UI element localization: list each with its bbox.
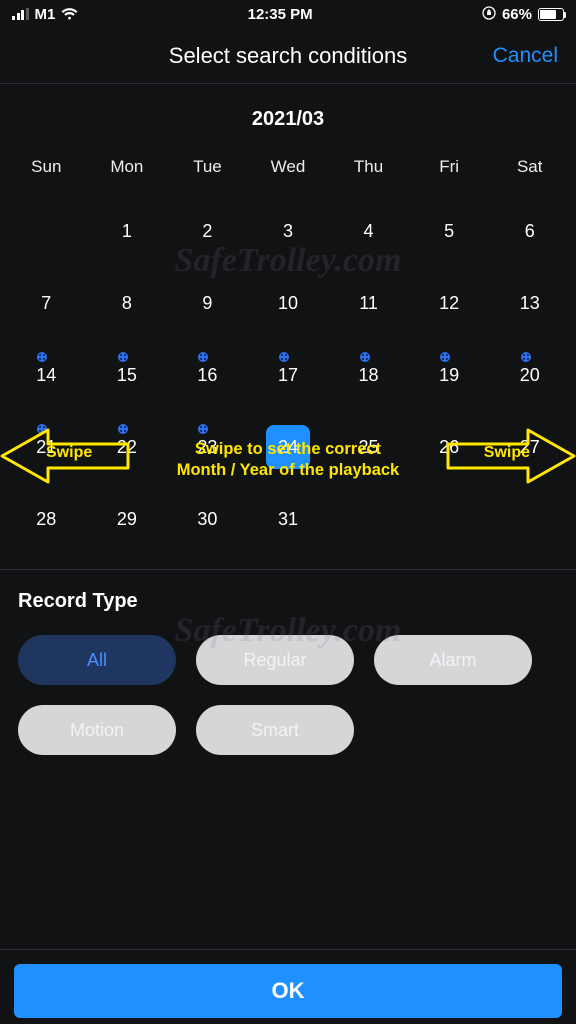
calendar-day[interactable]: 12 [439, 281, 459, 325]
status-bar: M1 12:35 PM 66% [0, 0, 576, 28]
record-type-row: All Regular Alarm Motion Smart [18, 635, 558, 755]
calendar-day[interactable]: 2 [202, 209, 212, 253]
wifi-icon [61, 8, 78, 21]
record-type-pill-all[interactable]: All [18, 635, 176, 685]
calendar-day[interactable]: 19 [439, 353, 459, 397]
calendar-day[interactable]: 8 [122, 281, 132, 325]
calendar-day[interactable]: 17 [278, 353, 298, 397]
calendar-week-row: 14 15 16 17 18 19 20 [6, 339, 570, 411]
record-type-pill-alarm[interactable]: Alarm [374, 635, 532, 685]
calendar-day[interactable]: 20 [520, 353, 540, 397]
record-dot-icon [520, 351, 532, 363]
calendar-day[interactable]: 29 [117, 497, 137, 541]
record-dot-icon [359, 351, 371, 363]
weekday-wed: Wed [248, 149, 329, 195]
weekday-sun: Sun [6, 149, 87, 195]
record-type-pill-regular[interactable]: Regular [196, 635, 354, 685]
calendar-weekday-row: Sun Mon Tue Wed Thu Fri Sat [6, 149, 570, 195]
calendar-week-row: 21 22 23 24 25 26 27 [6, 411, 570, 483]
calendar-day[interactable]: 13 [520, 281, 540, 325]
calendar-day[interactable]: 28 [36, 497, 56, 541]
ok-button[interactable]: OK [14, 964, 562, 1018]
weekday-fri: Fri [409, 149, 490, 195]
calendar-day[interactable]: 1 [122, 209, 132, 253]
signal-icon [12, 8, 29, 20]
calendar-day[interactable]: 21 [36, 425, 56, 469]
battery-percent: 66% [502, 6, 532, 23]
record-type-title: Record Type [18, 590, 558, 613]
weekday-thu: Thu [328, 149, 409, 195]
calendar-day[interactable]: 18 [359, 353, 379, 397]
record-type-section: Record Type All Regular Alarm Motion Smart [0, 570, 576, 765]
confirm-bar: OK [0, 949, 576, 1018]
calendar-day[interactable]: 3 [283, 209, 293, 253]
record-dot-icon [439, 351, 451, 363]
cancel-button[interactable]: Cancel [493, 44, 558, 68]
weekday-sat: Sat [489, 149, 570, 195]
carrier-label: M1 [35, 6, 56, 23]
calendar-day[interactable]: 11 [359, 281, 378, 325]
status-time: 12:35 PM [78, 6, 482, 23]
record-dot-icon [36, 351, 48, 363]
weekday-tue: Tue [167, 149, 248, 195]
calendar-day[interactable]: 5 [444, 209, 454, 253]
calendar-day[interactable]: 9 [202, 281, 212, 325]
calendar-day[interactable]: 25 [359, 425, 379, 469]
calendar-day[interactable]: 31 [278, 497, 298, 541]
calendar-day[interactable]: 23 [197, 425, 217, 469]
calendar-day[interactable]: 15 [117, 353, 137, 397]
calendar-day[interactable]: 22 [117, 425, 137, 469]
calendar-day[interactable]: 10 [278, 281, 298, 325]
calendar-day[interactable]: 14 [36, 353, 56, 397]
calendar-day[interactable]: 30 [197, 497, 217, 541]
calendar-day[interactable]: 6 [525, 209, 535, 253]
page-header: Select search conditions Cancel [0, 28, 576, 84]
calendar-week-row: 28 29 30 31 [6, 483, 570, 555]
calendar-day[interactable]: 4 [364, 209, 374, 253]
battery-icon [538, 8, 564, 21]
calendar-week-row: 7 8 9 10 11 12 13 [6, 267, 570, 339]
record-dot-icon [36, 423, 48, 435]
calendar[interactable]: SafeTrolley.com SafeTrolley.com 2021/03 … [0, 84, 576, 561]
calendar-day[interactable]: 26 [439, 425, 459, 469]
calendar-day[interactable]: 7 [41, 281, 51, 325]
record-dot-icon [278, 351, 290, 363]
record-type-pill-smart[interactable]: Smart [196, 705, 354, 755]
record-dot-icon [117, 423, 129, 435]
calendar-day[interactable]: 24 [266, 425, 310, 469]
record-dot-icon [197, 351, 209, 363]
calendar-week-row: 1 2 3 4 5 6 [6, 195, 570, 267]
orientation-lock-icon [482, 6, 496, 23]
record-dot-icon [197, 423, 209, 435]
calendar-day[interactable]: 16 [197, 353, 217, 397]
weekday-mon: Mon [87, 149, 168, 195]
page-title: Select search conditions [169, 43, 407, 69]
record-type-pill-motion[interactable]: Motion [18, 705, 176, 755]
calendar-month-label: 2021/03 [6, 108, 570, 131]
calendar-day[interactable]: 27 [520, 425, 540, 469]
record-dot-icon [117, 351, 129, 363]
battery-fill [540, 10, 556, 19]
